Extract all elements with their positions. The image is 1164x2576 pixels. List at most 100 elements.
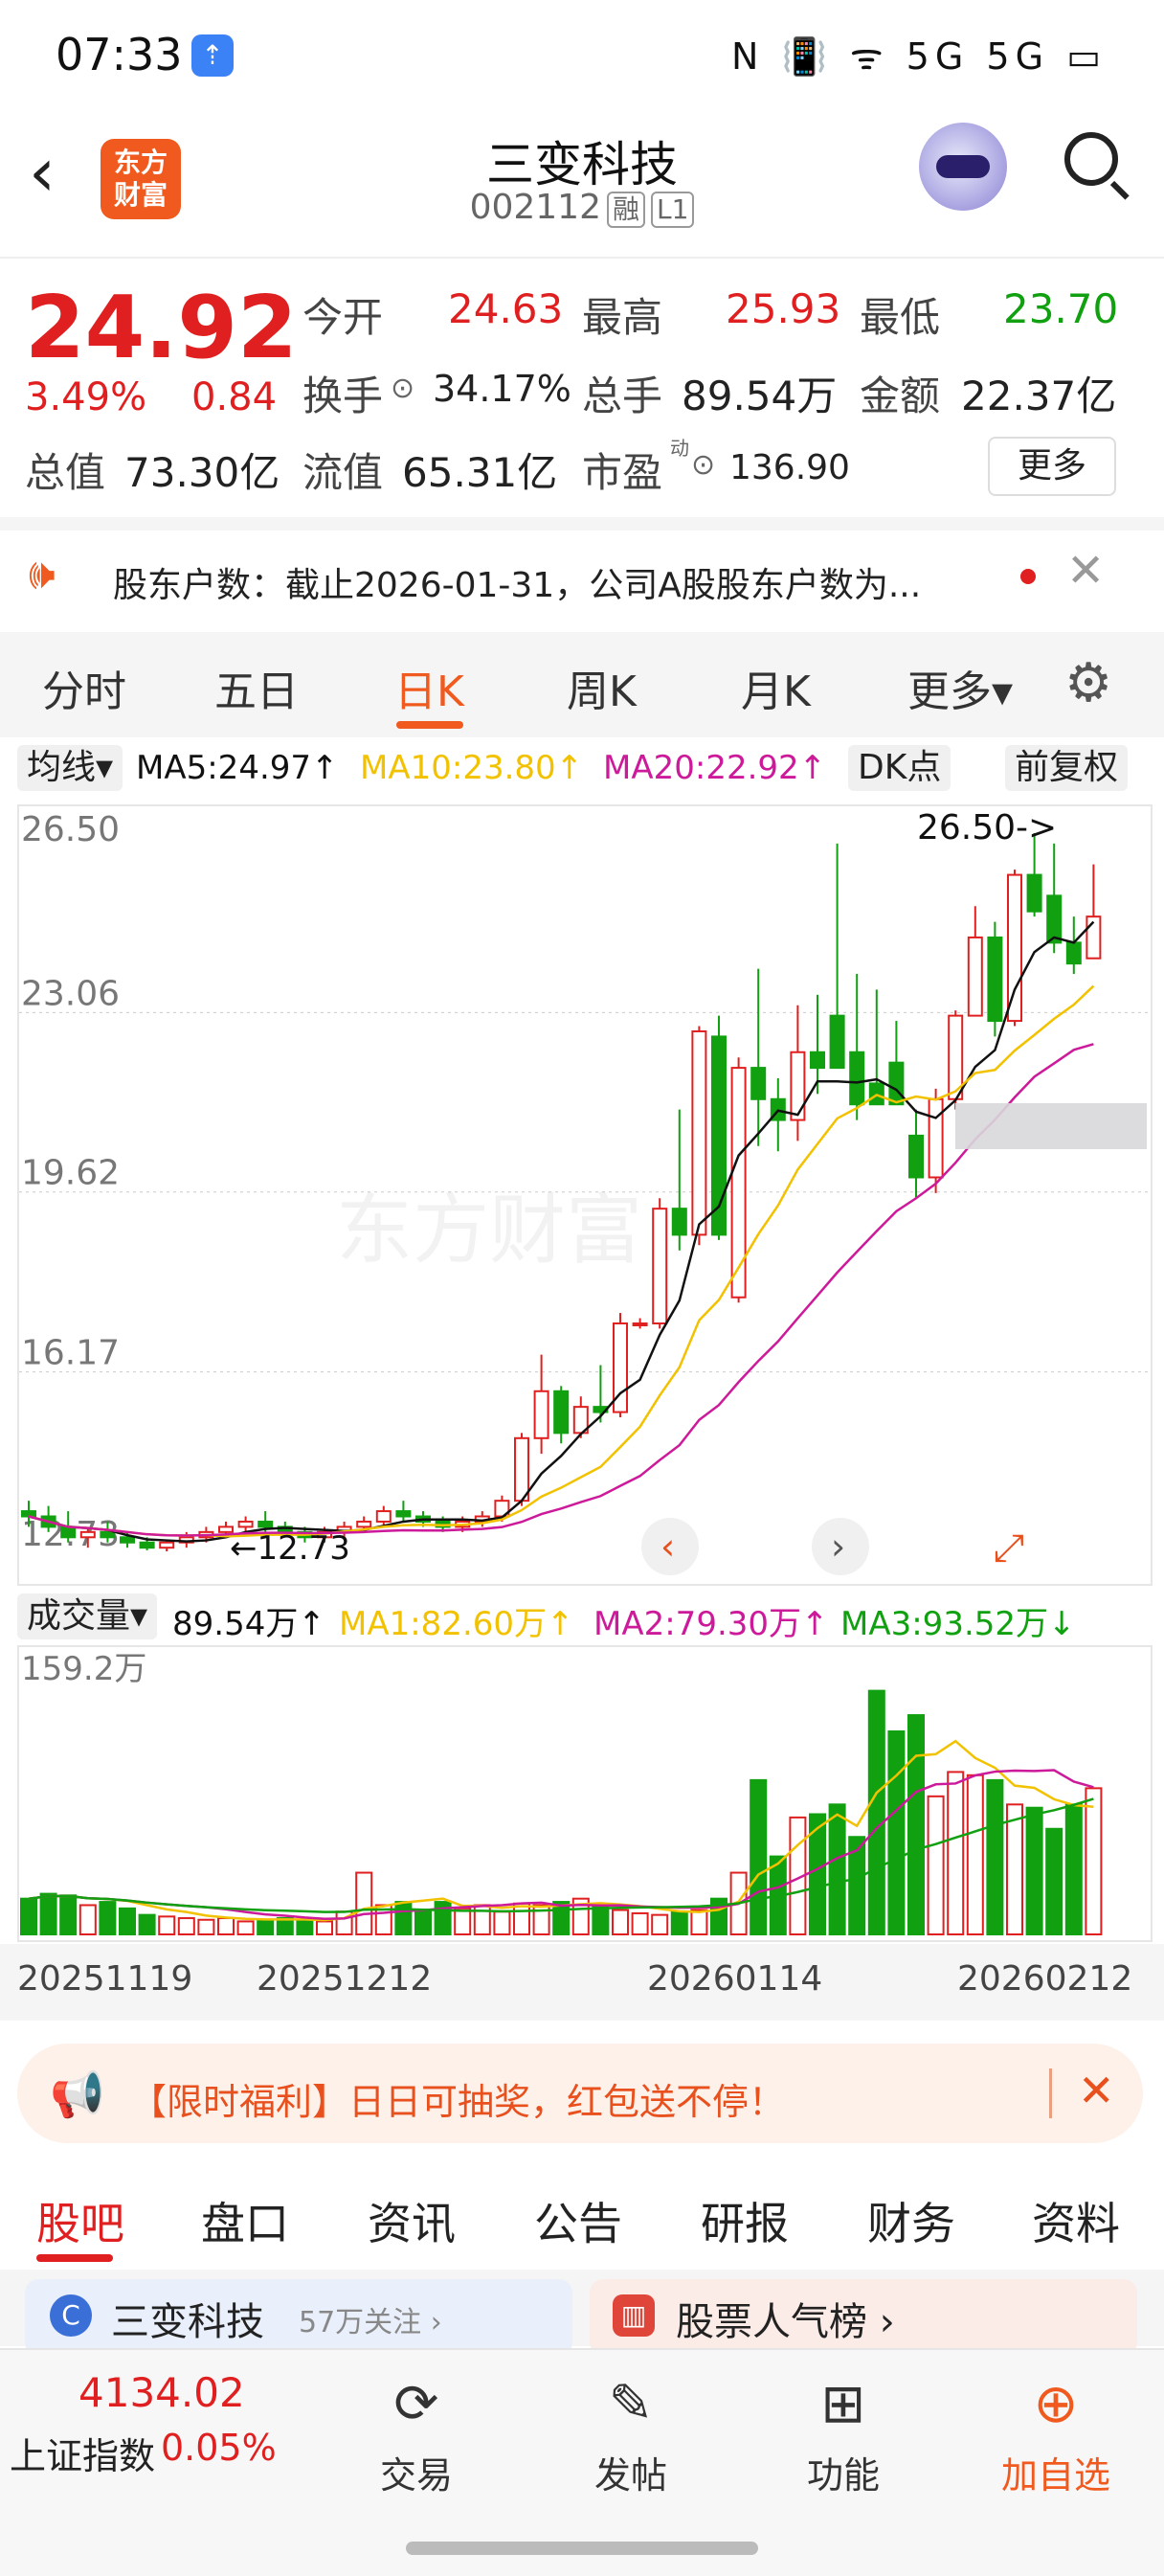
ma20-label: MA20:22.92↑ <box>603 749 827 787</box>
volume-bar <box>236 1920 255 1935</box>
max-price-annotation: 26.50-> <box>917 808 1057 847</box>
vol-ma1-label: MA1:82.60万↑ <box>339 1605 574 1643</box>
volume-value: 89.54万 <box>682 373 838 419</box>
highlight-box <box>955 1103 1147 1149</box>
volume-bar <box>907 1714 925 1936</box>
date-label: 20251119 <box>17 1959 193 1999</box>
volume-bar <box>197 1918 215 1935</box>
popularity-card[interactable]: ▥ 股票人气榜 › <box>590 2279 1137 2356</box>
more-button[interactable]: 更多 <box>988 437 1116 496</box>
volume-bar <box>473 1904 491 1935</box>
candle-body <box>553 1390 570 1435</box>
margin-tag: 融 <box>607 192 646 228</box>
tab-five-day[interactable]: 五日 <box>214 657 299 718</box>
stock-forum-card[interactable]: C 三变科技 57万关注 › <box>25 2279 572 2356</box>
min-price-annotation: ←12.73 <box>230 1529 350 1568</box>
assistant-robot-icon[interactable] <box>919 123 1007 211</box>
pe-info-icon[interactable]: ⊙ <box>691 448 715 482</box>
status-icons: N 📳 ᯤ 5G 5G ▭ <box>731 35 1107 78</box>
tab-research[interactable]: 研报 <box>701 2189 789 2252</box>
pe-sup: 动 <box>670 437 689 460</box>
notice-bar[interactable]: 🕪 股东户数：截止2026-01-31，公司A股股东户数为... ✕ <box>0 531 1164 626</box>
home-indicator[interactable] <box>406 2542 758 2555</box>
candle-body <box>375 1510 392 1523</box>
tab-daily-k[interactable]: 日K <box>394 657 464 718</box>
y-tick-label: 23.06 <box>21 974 120 1013</box>
volume-bar <box>828 1803 846 1935</box>
functions-label: 功能 <box>806 2454 880 2497</box>
volume-bar <box>138 1913 156 1936</box>
index-percent[interactable]: 0.05% <box>161 2427 277 2469</box>
candle-body <box>810 1051 825 1070</box>
open-label: 今开 <box>302 294 384 341</box>
candle-body <box>139 1541 155 1549</box>
volume-bar <box>296 1918 314 1935</box>
volume-bar <box>217 1917 235 1935</box>
add-watchlist-button[interactable]: ⊕ 加自选 <box>984 2371 1128 2498</box>
index-name[interactable]: 上证指数 <box>10 2427 155 2479</box>
index-value[interactable]: 4134.02 <box>78 2369 245 2416</box>
tab-finance[interactable]: 财务 <box>867 2189 955 2252</box>
trade-button[interactable]: ⟳ 交易 <box>345 2371 488 2498</box>
post-button[interactable]: ✎ 发帖 <box>559 2371 703 2498</box>
promo-text[interactable]: 【限时福利】日日可抽奖，红包送不停！ <box>130 2072 785 2125</box>
ma-type-select[interactable]: 均线▾ <box>17 745 123 791</box>
adjust-button[interactable]: 前复权 <box>1005 745 1129 791</box>
volume-bar <box>1006 1803 1023 1935</box>
search-icon[interactable] <box>1064 132 1118 186</box>
tab-weekly-k[interactable]: 周K <box>567 657 637 718</box>
tab-intraday[interactable]: 分时 <box>42 657 126 718</box>
divider <box>0 517 1164 531</box>
volume-bar <box>1064 1803 1083 1935</box>
candle-body <box>79 1530 96 1539</box>
tab-more[interactable]: 更多▾ <box>907 657 1013 718</box>
status-time: 07:33 <box>56 29 183 80</box>
divider <box>1049 2068 1052 2118</box>
stock-code: 002112 <box>469 188 601 227</box>
last-price: 24.92 <box>25 278 298 378</box>
volume-bar <box>927 1795 945 1935</box>
mcap-value: 73.30亿 <box>124 449 280 496</box>
volume-value-label: 89.54万↑ <box>172 1605 325 1643</box>
kline-chart[interactable]: 东方财富26.5023.0619.6216.1712.7326.50->←12.… <box>17 804 1153 1586</box>
candle-body <box>1007 873 1022 1023</box>
volume-bar <box>493 1910 511 1936</box>
volume-bar <box>158 1915 176 1935</box>
functions-button[interactable]: ⊞ 功能 <box>772 2371 915 2498</box>
candle-body <box>237 1520 254 1528</box>
unread-dot <box>1020 569 1036 584</box>
info-icon[interactable]: ⊙ <box>391 372 414 405</box>
promo-banner[interactable]: 📢 【限时福利】日日可抽奖，红包送不停！ ✕ <box>17 2044 1143 2143</box>
close-icon[interactable]: ✕ <box>1078 2065 1115 2116</box>
megaphone-icon: 📢 <box>50 2068 105 2120</box>
tab-pankou[interactable]: 盘口 <box>201 2189 289 2252</box>
dk-point-button[interactable]: DK点 <box>848 745 951 791</box>
level-tag: L1 <box>651 192 695 228</box>
volume-label: 总手 <box>582 373 663 419</box>
volume-type-select[interactable]: 成交量▾ <box>17 1593 158 1639</box>
date-label: 20260114 <box>647 1959 823 1999</box>
notice-text[interactable]: 股东户数：截止2026-01-31，公司A股股东户数为... <box>113 557 921 607</box>
candle-body <box>100 1530 116 1539</box>
tab-announcements[interactable]: 公告 <box>534 2189 622 2252</box>
tab-guba[interactable]: 股吧 <box>36 2189 124 2252</box>
volume-bar <box>177 1917 195 1935</box>
tab-profile[interactable]: 资料 <box>1032 2189 1120 2252</box>
candle-body <box>21 1510 36 1518</box>
speaker-icon: 🕪 <box>29 550 56 599</box>
volume-bar <box>966 1774 984 1935</box>
volume-bar <box>947 1771 965 1935</box>
volume-bar <box>414 1910 432 1936</box>
chevron-right-icon: › <box>831 1525 845 1568</box>
volume-chart[interactable]: 159.2万 <box>17 1645 1153 1942</box>
volume-bar <box>394 1901 413 1936</box>
chevron-left-icon: ‹ <box>660 1525 675 1568</box>
active-tab-indicator <box>36 2254 113 2262</box>
high-value: 25.93 <box>726 285 841 332</box>
gear-icon[interactable]: ⚙ <box>1064 657 1112 711</box>
volume-bar <box>99 1901 117 1936</box>
tab-news[interactable]: 资讯 <box>368 2189 456 2252</box>
divider <box>0 257 1164 259</box>
tab-monthly-k[interactable]: 月K <box>741 657 811 718</box>
close-icon[interactable]: ✕ <box>1066 544 1105 598</box>
